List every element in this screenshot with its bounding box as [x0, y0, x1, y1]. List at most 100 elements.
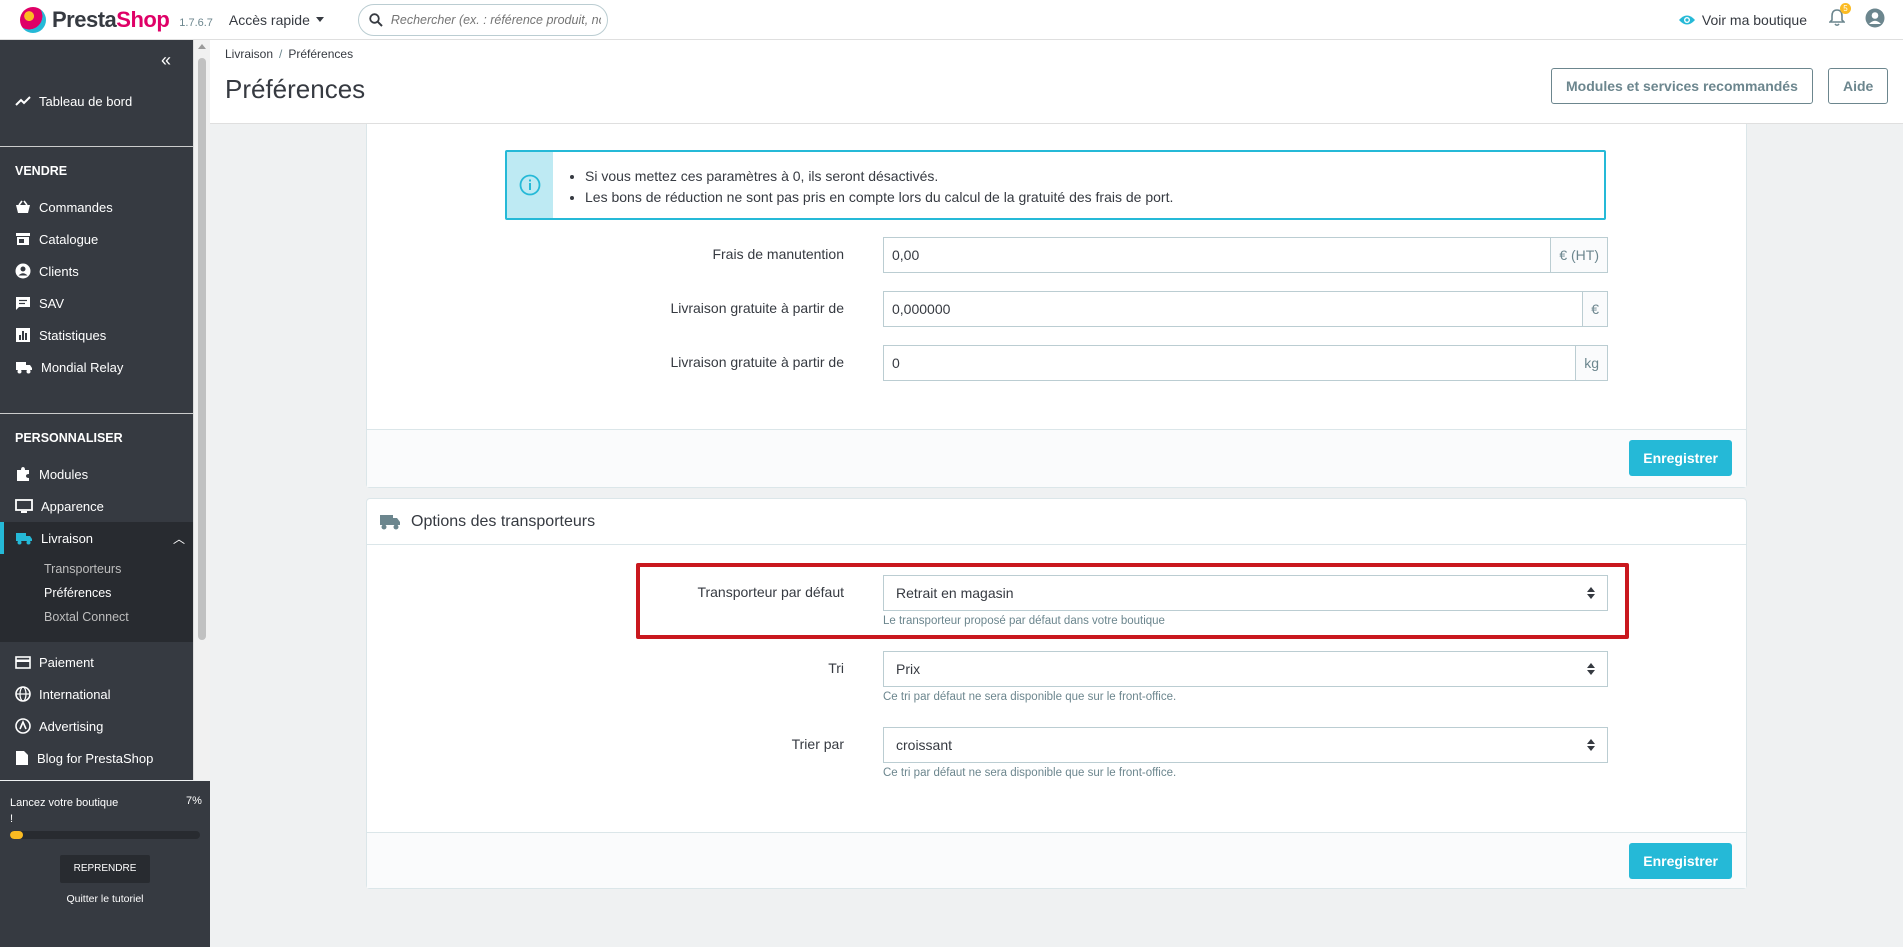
handling-panel-footer: Enregistrer	[367, 429, 1746, 487]
free-shipping-price-input[interactable]	[883, 291, 1583, 327]
truck-icon	[380, 514, 400, 529]
handling-fee-input[interactable]	[883, 237, 1551, 273]
order-select[interactable]: croissant	[883, 727, 1608, 763]
handling-fee-group: € (HT)	[883, 237, 1608, 273]
onboarding-progress-bar	[10, 831, 200, 839]
carrier-options-heading: Options des transporteurs	[367, 499, 1746, 545]
resume-button[interactable]: REPRENDRE	[60, 855, 150, 883]
select-arrows-icon	[1587, 739, 1595, 751]
search-input[interactable]	[390, 12, 601, 27]
free-shipping-weight-unit: kg	[1575, 345, 1608, 381]
sidebar-item-catalog[interactable]: Catalogue	[0, 223, 193, 255]
free-shipping-price-unit: €	[1582, 291, 1608, 327]
sidebar-item-appearance[interactable]: Apparence	[0, 490, 193, 522]
sidebar-item-sav[interactable]: SAV	[0, 287, 193, 319]
version-label: 1.7.6.7	[179, 16, 213, 29]
breadcrumb-current: Préférences	[288, 47, 354, 61]
free-shipping-price-group: €	[883, 291, 1608, 327]
search-box[interactable]	[357, 3, 608, 36]
save-carrier-button[interactable]: Enregistrer	[1629, 843, 1732, 879]
shopping-basket-icon	[16, 200, 30, 213]
user-avatar-icon	[1865, 8, 1885, 28]
globe-icon	[15, 686, 31, 702]
onboarding-percent: 7%	[186, 795, 202, 807]
logo-text-prefix: Presta	[52, 6, 117, 32]
sidebar-item-shipping[interactable]: Livraison ︿	[0, 522, 193, 554]
recommended-modules-button[interactable]: Modules et services recommandés	[1551, 68, 1813, 104]
sidebar-item-label: SAV	[39, 295, 65, 311]
bar-chart-icon	[16, 328, 30, 342]
document-icon	[16, 751, 28, 765]
trending-up-icon	[15, 96, 31, 106]
sidebar-item-dashboard[interactable]: Tableau de bord	[0, 85, 193, 117]
scrollbar-thumb[interactable]	[198, 58, 206, 640]
sidebar-item-label: Advertising	[39, 718, 104, 734]
highlight-box	[636, 563, 1629, 639]
truck-icon	[16, 532, 32, 544]
eye-icon	[1678, 15, 1695, 24]
save-handling-button[interactable]: Enregistrer	[1629, 440, 1732, 476]
sidebar-item-label: Modules	[39, 466, 89, 482]
credit-card-icon	[15, 655, 31, 669]
handling-panel: Si vous mettez ces paramètres à 0, ils s…	[366, 124, 1747, 488]
notifications-button[interactable]: 5	[1828, 3, 1851, 30]
top-header: PrestaShop 1.7.6.7 Accès rapide Voir ma …	[0, 0, 1903, 40]
select-arrows-icon	[1587, 663, 1595, 675]
sidebar-subitem-boxtal[interactable]: Boxtal Connect	[44, 610, 129, 624]
prestashop-logo[interactable]: PrestaShop	[20, 6, 170, 33]
onboarding-widget: Lancez votre boutique ! 7% REPRENDRE Qui…	[0, 781, 210, 947]
scroll-up-arrow-icon[interactable]	[198, 44, 206, 49]
quit-tutorial-link[interactable]: Quitter le tutoriel	[0, 893, 210, 905]
page-header: Livraison / Préférences Préférences Module…	[210, 40, 1903, 124]
search-icon	[369, 12, 383, 27]
order-label: Trier par	[791, 736, 844, 752]
sidebar-item-stats[interactable]: Statistiques	[0, 319, 193, 351]
sidebar-item-label: Catalogue	[39, 231, 99, 247]
sort-select[interactable]: Prix	[883, 651, 1608, 687]
account-circle-icon	[15, 263, 31, 279]
sidebar-divider	[0, 413, 193, 414]
breadcrumb-parent[interactable]: Livraison	[225, 47, 273, 61]
view-shop-link[interactable]: Voir ma boutique	[1678, 12, 1807, 28]
info-line: Si vous mettez ces paramètres à 0, ils s…	[585, 166, 1173, 187]
sort-value: Prix	[896, 661, 921, 677]
sidebar-item-label: Clients	[39, 263, 79, 279]
sidebar-item-international[interactable]: International	[0, 678, 193, 710]
sidebar-item-label: Tableau de bord	[39, 93, 133, 109]
free-shipping-weight-input[interactable]	[883, 345, 1576, 381]
breadcrumb: Livraison / Préférences	[225, 47, 353, 61]
help-button[interactable]: Aide	[1828, 68, 1889, 104]
sidebar-item-orders[interactable]: Commandes	[0, 191, 193, 223]
sidebar-item-customers[interactable]: Clients	[0, 255, 193, 287]
collapse-sidebar-icon[interactable]: «	[161, 50, 171, 71]
sidebar-item-mondial-relay[interactable]: Mondial Relay	[0, 351, 193, 383]
sidebar-section-customize: PERSONNALISER	[15, 431, 123, 445]
quick-access-dropdown[interactable]: Accès rapide	[229, 12, 324, 28]
puzzle-icon	[17, 467, 29, 481]
sidebar-subitem-preferences[interactable]: Préférences	[44, 586, 111, 600]
order-help: Ce tri par défaut ne sera disponible que…	[883, 767, 1177, 779]
desktop-icon	[15, 498, 33, 513]
sidebar-item-label: Paiement	[39, 654, 94, 670]
sort-help: Ce tri par défaut ne sera disponible que…	[883, 691, 1177, 703]
sort-label: Tri	[828, 660, 844, 676]
sidebar-item-label: Commandes	[39, 199, 113, 215]
puffin-logo-icon	[20, 6, 46, 33]
sidebar-item-modules[interactable]: Modules	[0, 458, 193, 490]
handling-fee-unit: € (HT)	[1550, 237, 1608, 273]
chevron-down-icon	[315, 17, 324, 22]
sidebar-item-blog[interactable]: Blog for PrestaShop	[0, 742, 193, 774]
sidebar-subitem-carriers[interactable]: Transporteurs	[44, 562, 121, 576]
sidebar-item-label: Mondial Relay	[41, 359, 124, 375]
handling-fee-label: Frais de manutention	[712, 246, 844, 262]
sidebar-submenu: Transporteurs Préférences Boxtal Connect	[0, 554, 193, 642]
sidebar: « Tableau de bord VENDRE Commandes Catal…	[0, 40, 193, 780]
notifications-badge: 5	[1840, 3, 1851, 14]
account-avatar[interactable]	[1865, 8, 1885, 31]
free-shipping-price-label: Livraison gratuite à partir de	[670, 300, 844, 316]
carrier-panel-footer: Enregistrer	[367, 832, 1746, 888]
sidebar-scrollbar[interactable]	[193, 40, 210, 780]
sidebar-item-advertising[interactable]: Advertising	[0, 710, 193, 742]
sidebar-item-label: Livraison	[41, 530, 94, 546]
sidebar-item-payment[interactable]: Paiement	[0, 646, 193, 678]
